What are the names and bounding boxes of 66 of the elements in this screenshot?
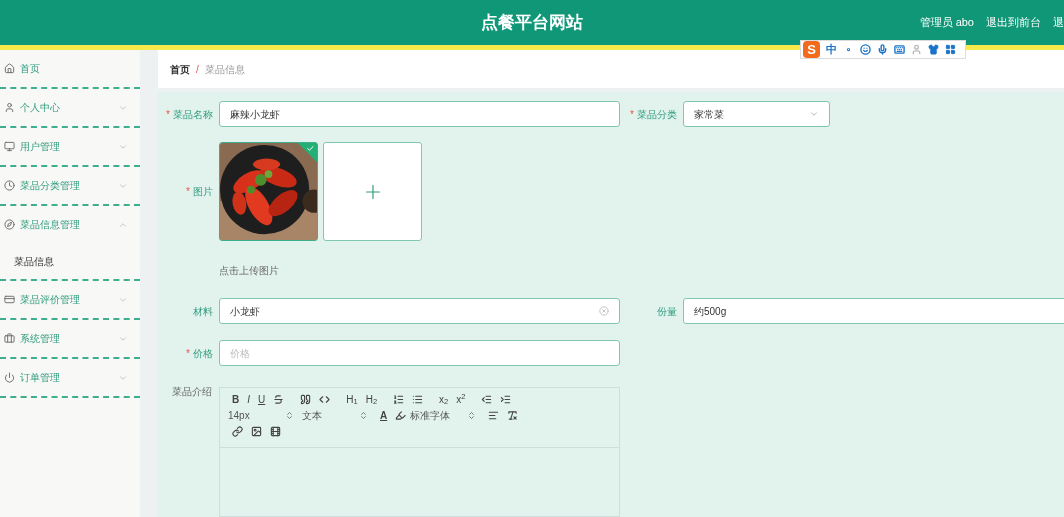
submenu-item[interactable]: 菜品信息: [0, 243, 140, 279]
admin-name: 管理员 abo: [919, 15, 974, 31]
field-label: 价格: [193, 346, 213, 361]
image-icon[interactable]: [251, 426, 262, 437]
strikethrough-icon[interactable]: [273, 394, 285, 405]
up-down-icon: [359, 411, 368, 420]
editor-select[interactable]: 文本: [302, 408, 368, 423]
editor-select[interactable]: 标准字体: [410, 408, 477, 423]
link-icon[interactable]: [232, 426, 243, 437]
editor-tool[interactable]: x$_{2}$: [439, 394, 449, 405]
material-input[interactable]: 小龙虾: [219, 298, 620, 324]
clock-icon: [4, 180, 15, 191]
required-mark: *: [186, 346, 190, 361]
bullet-list-icon[interactable]: [412, 394, 424, 405]
editor-tool[interactable]: B: [232, 394, 240, 405]
monitor-icon: [4, 141, 15, 152]
name-input[interactable]: 麻辣小龙虾: [219, 101, 620, 127]
code-icon[interactable]: [319, 394, 331, 405]
compass-icon: [4, 219, 15, 230]
power-icon: [4, 372, 15, 383]
required-mark: *: [186, 185, 190, 199]
highlight-icon[interactable]: [395, 410, 407, 421]
required-mark: *: [630, 107, 634, 122]
editor-tool[interactable]: H$_{2}$: [365, 394, 378, 405]
breadcrumb-separator: /: [196, 62, 199, 77]
home-icon: [4, 63, 15, 74]
video-icon[interactable]: [270, 426, 281, 437]
header-link[interactable]: 退出到前台: [986, 14, 1041, 31]
editor-tool[interactable]: U: [258, 394, 266, 405]
editor-select[interactable]: 14px: [228, 408, 294, 423]
ime-mode[interactable]: 中: [826, 41, 837, 58]
clear-format-icon[interactable]: [507, 410, 519, 421]
smiley-icon[interactable]: [860, 44, 871, 55]
microphone-icon[interactable]: [877, 44, 888, 55]
field-label: 菜品介绍: [172, 387, 212, 399]
up-down-icon: [467, 411, 477, 420]
upload-hint: 点击上传图片: [219, 264, 280, 278]
field-label: 材料: [193, 304, 213, 319]
user-icon: [4, 102, 15, 113]
editor-tool[interactable]: H$_{1}$: [346, 394, 358, 405]
quote-icon[interactable]: [300, 394, 312, 405]
ordered-list-icon[interactable]: [393, 394, 405, 405]
portion-input[interactable]: 约500g: [683, 298, 1064, 324]
align-icon[interactable]: [488, 410, 500, 421]
field-label: 菜品名称: [173, 107, 213, 122]
indent-icon[interactable]: [500, 394, 512, 405]
chevron-down-icon: [809, 109, 819, 119]
ime-logo: S: [803, 41, 820, 58]
category-select[interactable]: 家常菜: [683, 101, 830, 127]
keyboard-icon[interactable]: [894, 44, 905, 55]
editor-tool[interactable]: I: [247, 394, 250, 405]
up-down-icon: [285, 411, 294, 420]
field-label: 份量: [657, 304, 677, 319]
shirt-icon[interactable]: [928, 44, 939, 55]
site-title: 点餐平台网站: [481, 11, 583, 34]
grid-icon[interactable]: [945, 44, 956, 55]
field-label: 图片: [193, 185, 213, 199]
required-mark: *: [166, 107, 170, 122]
editor-tool[interactable]: A: [380, 410, 388, 421]
briefcase-icon: [4, 333, 15, 344]
editor-tool[interactable]: x$^{2}$: [456, 394, 466, 405]
field-label: 菜品分类: [637, 107, 677, 122]
outdent-icon[interactable]: [481, 394, 493, 405]
header-link[interactable]: 退: [1053, 14, 1064, 31]
breadcrumb-link[interactable]: 首页: [170, 61, 190, 77]
card-icon: [4, 294, 15, 305]
